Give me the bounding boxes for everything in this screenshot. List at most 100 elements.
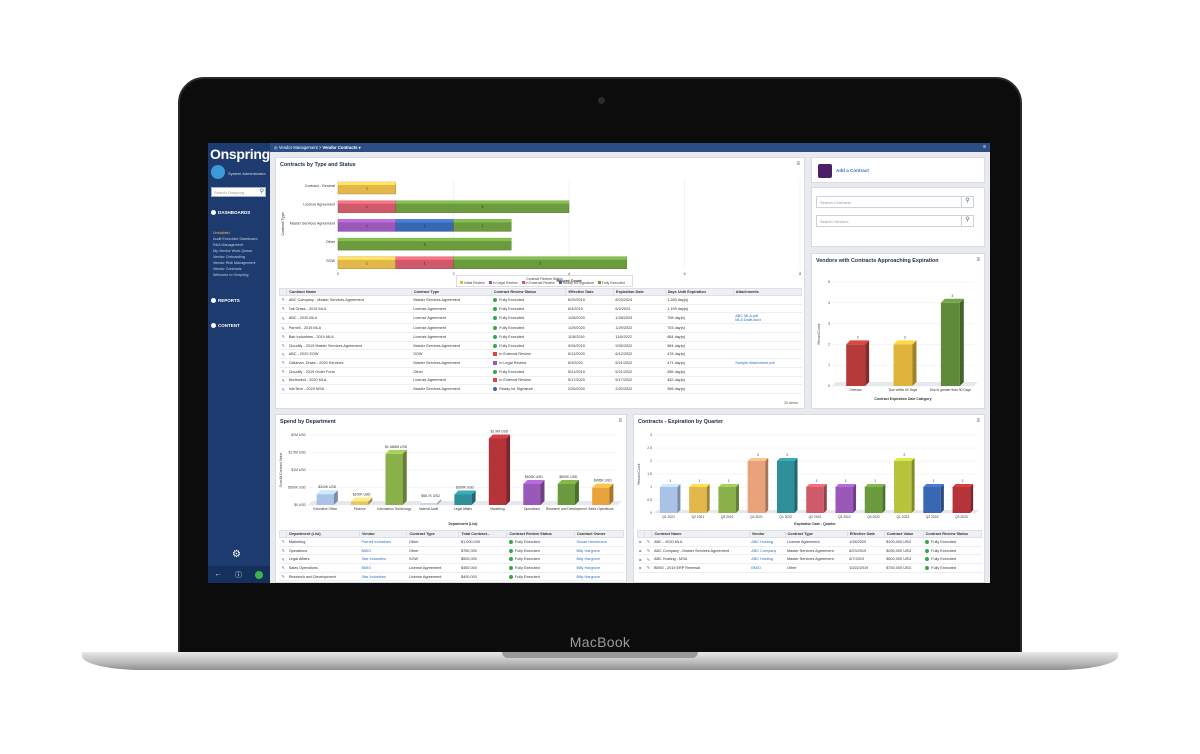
table-link[interactable]: BMIO (361, 549, 371, 553)
edit-icon[interactable]: ✎ (279, 563, 287, 573)
search-icon[interactable]: ⚲ (961, 197, 973, 207)
table-link[interactable]: Billy Hargrove (576, 566, 600, 570)
column-header[interactable]: Attachments (732, 288, 803, 296)
help-icon[interactable]: ⓘ (235, 570, 242, 580)
column-header[interactable]: Contract Review Status (922, 530, 983, 538)
column-header[interactable]: Contract Type (410, 288, 492, 296)
table-row[interactable]: ✎ Marketing Parnell Industries Other $1,000,… (279, 537, 624, 547)
table-row[interactable]: ▸ ✎ ABC - 2020 MLA ABC Hosting License Agree… (637, 537, 982, 547)
table-row[interactable]: ✎ ABC - 2020 SOW SOW In External Review 6/12… (279, 349, 802, 360)
column-header[interactable]: Vendor (358, 530, 408, 538)
panel-menu-icon[interactable]: ≡ (618, 418, 622, 424)
legend-item[interactable]: Fully Executed (597, 281, 625, 285)
panel-menu-icon[interactable]: ≡ (976, 418, 980, 424)
edit-icon[interactable]: ✎ (279, 349, 287, 360)
expand-icon[interactable]: ▸ (637, 537, 645, 547)
table-row[interactable]: ▸ ✎ ABC Company - Master Services Agreemen… (637, 546, 982, 556)
table-row[interactable]: ✎ Tall Grass - 2019 MLA License Agreement F… (279, 304, 802, 314)
column-header[interactable]: Contract Owner (573, 530, 625, 538)
column-header[interactable]: Days Until Expiration (664, 288, 734, 296)
edit-icon[interactable]: ✎ (279, 304, 287, 314)
table-link[interactable]: ABC Hosting (751, 540, 773, 544)
table-row[interactable]: ✎ Legal Affairs Star Industries SOW $500,000… (279, 554, 624, 565)
sidebar-section-reports[interactable]: REPORTS (211, 298, 240, 304)
search-icon[interactable]: ⚲ (260, 188, 264, 195)
column-header[interactable]: Contract Name (651, 530, 750, 538)
edit-icon[interactable]: ✎ (279, 546, 287, 556)
app-logo[interactable]: Onspring (210, 146, 270, 162)
sidebar-search-input[interactable]: Search Onspring ⚲ (211, 187, 266, 197)
edit-icon[interactable]: ✎ (279, 376, 287, 386)
edit-icon[interactable]: ✎ (279, 332, 287, 342)
table-link[interactable]: Parnell Industries (361, 540, 390, 544)
menu-icon[interactable]: ≡ (983, 144, 986, 150)
edit-icon[interactable]: ✎ (279, 295, 287, 305)
table-row[interactable]: ▸ ✎ ABC Hosting - MSA ABC Hosting Master Ser… (637, 554, 982, 565)
sidebar-item-dashboard[interactable]: Welcome to Onspring (213, 272, 257, 278)
table-link[interactable]: MLA Draft.docx (735, 318, 761, 322)
status-indicator-icon[interactable] (255, 570, 264, 579)
column-header[interactable]: Expiration Date (612, 288, 666, 296)
sidebar-section-dashboards[interactable]: DASHBOARDS (211, 210, 250, 216)
panel-menu-icon[interactable]: ≡ (796, 161, 800, 167)
table-link[interactable]: Sample Attachment.pdf (735, 361, 774, 365)
gear-icon[interactable]: ⚙ (232, 549, 241, 560)
table-row[interactable]: ✎ InfoTech - 2020 MSA Master Services Agre… (279, 384, 802, 394)
table-row[interactable]: ✎ Cloudify - 2019 Master Services Agreeme… (279, 341, 802, 351)
table-row[interactable]: ✎ Bair Industries - 2019 MLA License Agree… (279, 332, 802, 342)
search-vendors-input[interactable]: Search Vendors ⚲ (816, 215, 974, 227)
avatar[interactable] (211, 165, 225, 179)
column-header[interactable]: Effective Date (846, 530, 885, 538)
table-link[interactable]: Susan Henderson (576, 540, 606, 544)
edit-icon[interactable]: ✎ (644, 563, 652, 573)
table-link[interactable]: BMIO (751, 566, 761, 570)
edit-icon[interactable]: ✎ (644, 537, 652, 547)
column-header[interactable]: Contract Type (784, 530, 848, 538)
user-name[interactable]: System Administrator (228, 171, 266, 176)
table-row[interactable]: ✎ Operations BMIO Other $750,000 Fully Execut… (279, 546, 624, 556)
home-icon[interactable]: ◎ (274, 145, 278, 150)
table-row[interactable]: ✎ Callahan, Drake - 2020 Services Master S… (279, 358, 802, 368)
edit-icon[interactable]: ✎ (279, 358, 287, 368)
table-link[interactable]: ABC Hosting (751, 557, 773, 561)
sidebar-section-content[interactable]: CONTENT (211, 323, 240, 329)
search-icon[interactable]: ⚲ (961, 216, 973, 226)
legend-item[interactable]: Initial Review (460, 281, 485, 285)
breadcrumb-current[interactable]: Vendor Contracts ▾ (323, 145, 361, 150)
expand-icon[interactable]: ▸ (637, 554, 645, 565)
legend-item[interactable]: Ready for Signature (558, 281, 594, 285)
add-contract-icon[interactable] (818, 164, 832, 178)
edit-icon[interactable]: ✎ (279, 367, 287, 377)
back-arrow-icon[interactable]: ← (215, 571, 222, 578)
edit-icon[interactable]: ✎ (279, 384, 287, 394)
edit-icon[interactable]: ✎ (279, 312, 287, 325)
edit-icon[interactable]: ✎ (279, 537, 287, 547)
edit-icon[interactable]: ✎ (279, 323, 287, 334)
edit-icon[interactable]: ✎ (279, 554, 287, 565)
breadcrumb-root[interactable]: Vendor Management (279, 145, 318, 150)
table-link[interactable]: BMIO (361, 566, 371, 570)
table-link[interactable]: ABC Company (751, 549, 776, 553)
table-row[interactable]: ✎ ABC Company - Master Services Agreement… (279, 295, 802, 305)
table-link[interactable]: Billy Hargrove (576, 549, 600, 553)
column-header[interactable]: Contract Name (286, 288, 412, 296)
legend-item[interactable]: In External Review (521, 281, 555, 285)
column-header[interactable]: Contract Review Status (506, 530, 575, 538)
column-header[interactable]: Vendor (748, 530, 786, 538)
column-header[interactable]: Total Contract... (458, 530, 508, 538)
panel-menu-icon[interactable]: ≡ (976, 257, 980, 263)
expand-icon[interactable]: ▸ (637, 563, 645, 573)
edit-icon[interactable]: ✎ (644, 554, 652, 565)
table-link[interactable]: Star Industries (361, 557, 385, 561)
column-header[interactable]: Effective Date (565, 288, 614, 296)
column-header[interactable]: Contract Type (406, 530, 460, 538)
add-contract-button[interactable]: Add a Contract (836, 168, 869, 173)
column-header[interactable]: Contract Value (883, 530, 924, 538)
table-row[interactable]: ✎ Research and Development Star Industries… (279, 572, 624, 582)
table-row[interactable]: ✎ ABC - 2020 MLA License Agreement Fully Ex… (279, 312, 802, 325)
table-row[interactable]: ✎ Sales Operations BMIO License Agreement $4… (279, 563, 624, 573)
search-contracts-input[interactable]: Search Contracts ⚲ (816, 196, 974, 208)
expand-icon[interactable]: ▸ (637, 546, 645, 556)
edit-icon[interactable]: ✎ (644, 546, 652, 556)
column-header[interactable]: Contract Review Status (490, 288, 567, 296)
